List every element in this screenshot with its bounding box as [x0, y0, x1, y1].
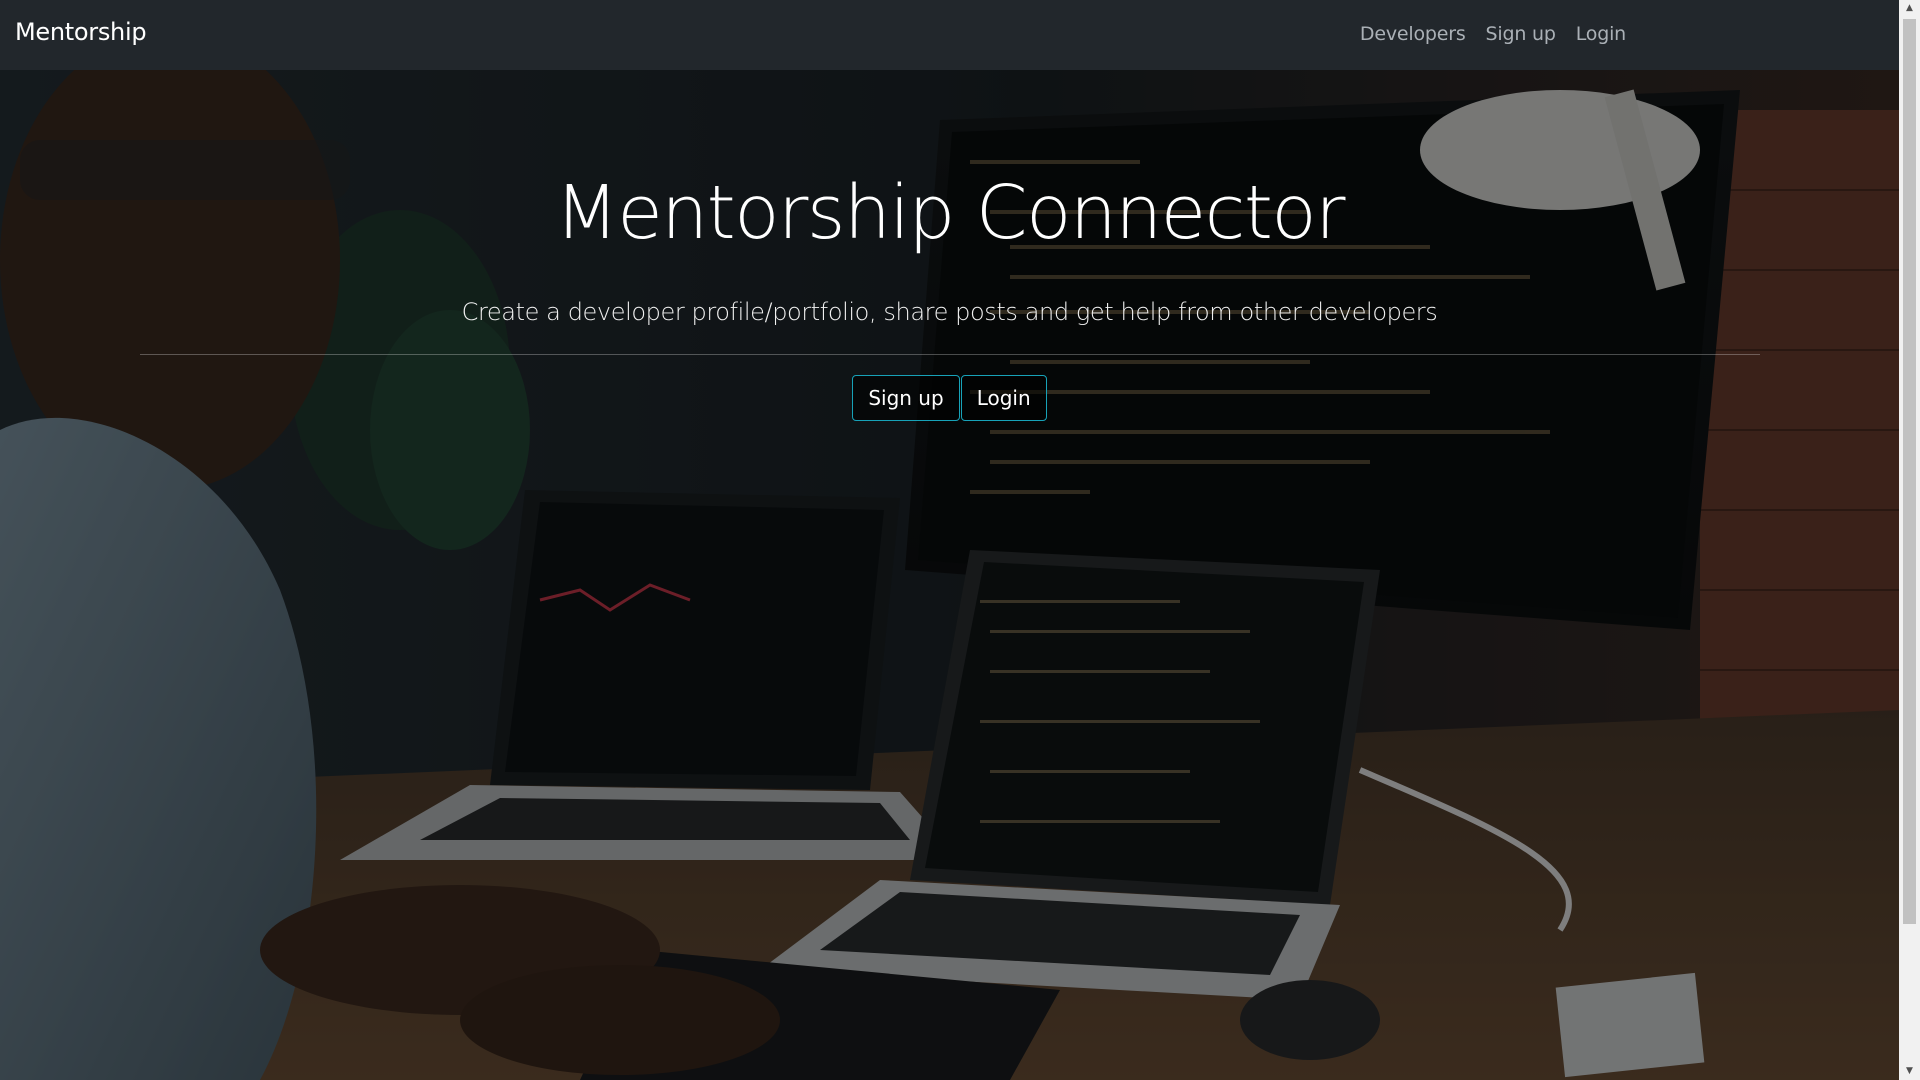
top-navbar: Mentorship Developers Sign up Login	[0, 0, 1899, 70]
landing-page: Mentorship Developers Sign up Login Ment…	[0, 0, 1920, 1080]
hero-divider	[140, 354, 1760, 355]
vertical-scrollbar[interactable]: ▲ ▼	[1899, 0, 1920, 1080]
triangle-up-icon[interactable]: ▲	[1899, 0, 1920, 17]
scrollbar-thumb[interactable]	[1903, 19, 1916, 924]
login-button[interactable]: Login	[960, 375, 1047, 421]
hero-lead-text: Create a developer profile/portfolio, sh…	[461, 298, 1438, 326]
nav-links: Developers Sign up Login	[1360, 23, 1626, 45]
signup-button[interactable]: Sign up	[852, 375, 960, 421]
nav-link-signup[interactable]: Sign up	[1486, 23, 1556, 45]
nav-link-login[interactable]: Login	[1576, 23, 1626, 45]
triangle-down-icon[interactable]: ▼	[1899, 1063, 1920, 1080]
hero-section: Mentorship Connector Create a developer …	[0, 70, 1899, 1080]
brand-link[interactable]: Mentorship	[15, 18, 147, 46]
hero-button-group: Sign up Login	[0, 375, 1899, 421]
hero-title: Mentorship Connector	[554, 170, 1346, 256]
nav-link-developers[interactable]: Developers	[1360, 23, 1466, 45]
